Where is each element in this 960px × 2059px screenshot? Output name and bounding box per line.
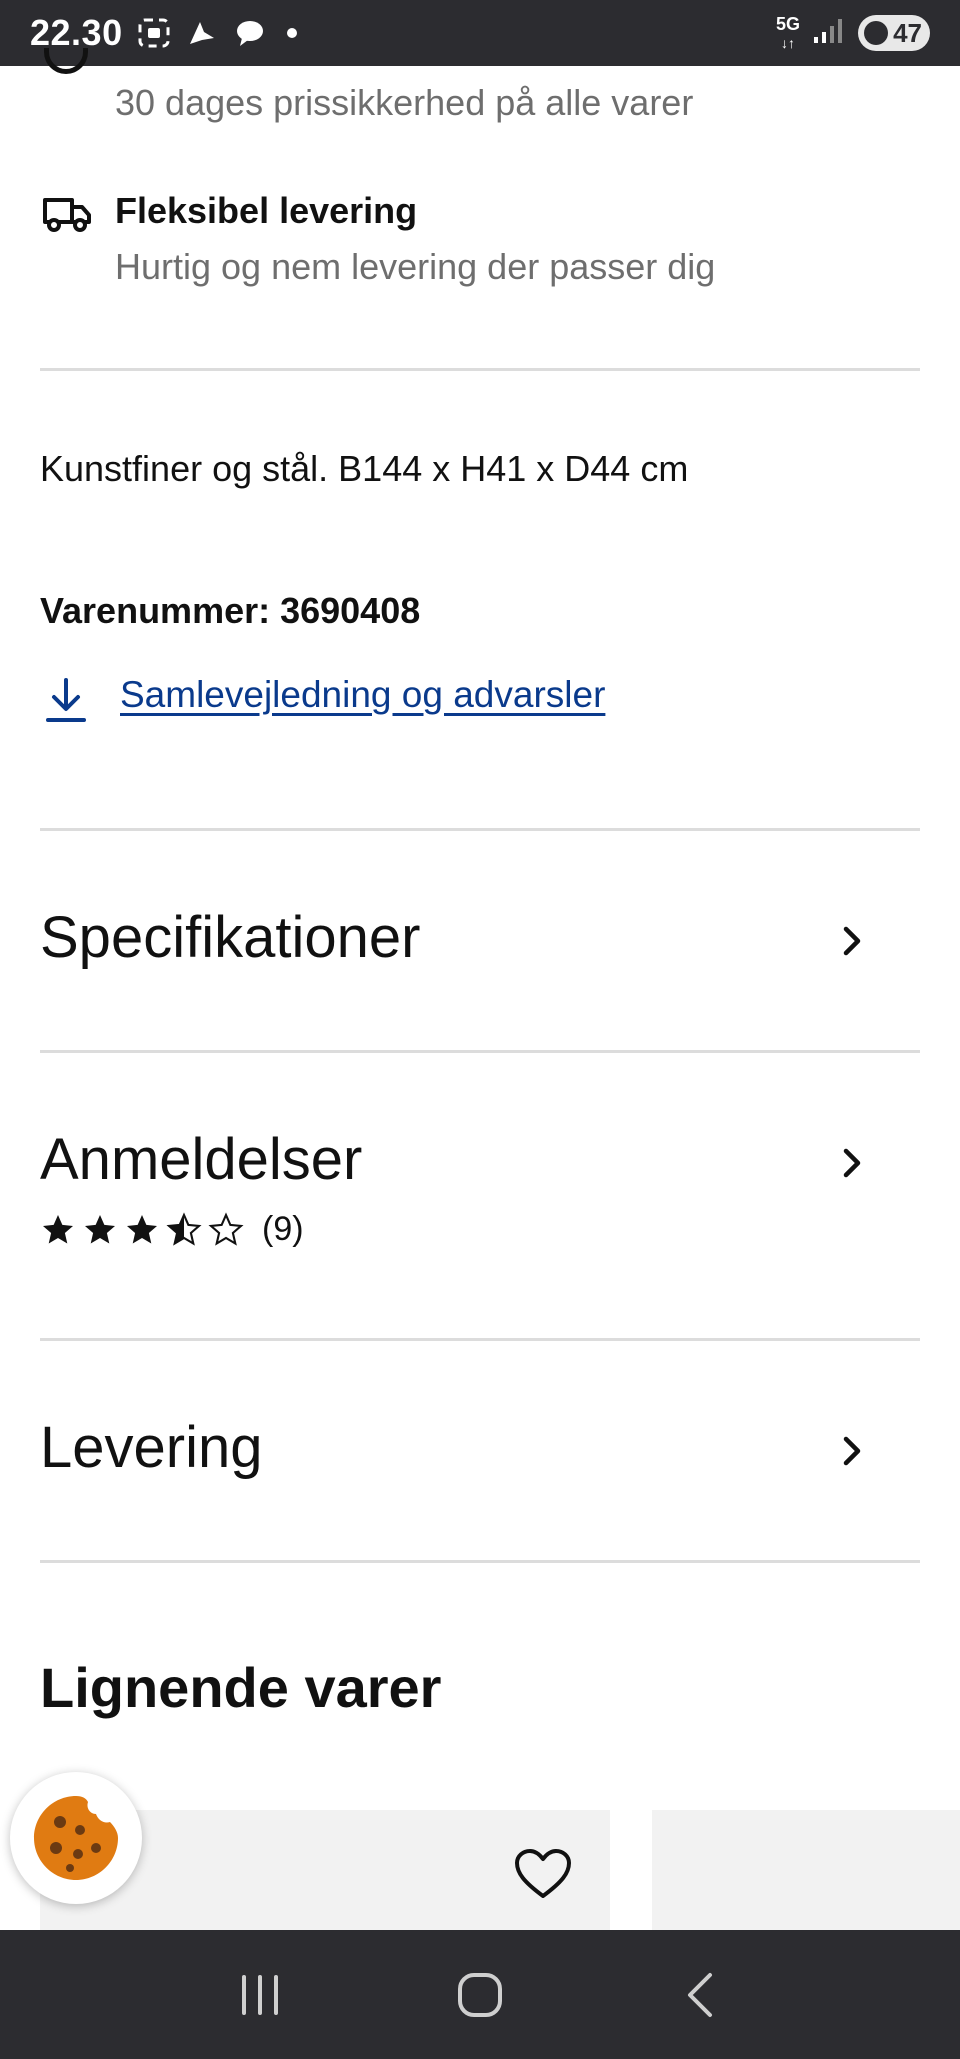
chevron-right-icon[interactable] <box>836 921 866 961</box>
download-icon[interactable] <box>44 676 88 724</box>
product-card[interactable] <box>652 1810 960 1930</box>
battery-saver-icon <box>864 21 888 45</box>
battery-indicator: 47 <box>858 15 930 51</box>
signal-icon <box>812 17 846 50</box>
star-full-icon <box>127 1214 157 1243</box>
star-half-icon <box>166 1211 202 1246</box>
chevron-right-icon[interactable] <box>836 1143 866 1183</box>
recent-apps-button[interactable] <box>230 1965 290 2025</box>
benefit-title: Fleksibel levering <box>115 190 418 231</box>
divider <box>40 1338 920 1341</box>
cookie-settings-button[interactable] <box>10 1772 142 1904</box>
product-page: 22.30 5G ↓↑ 47 30 dages prissikkerhed på… <box>0 0 960 2059</box>
truck-icon <box>43 198 91 232</box>
benefit-subtitle: Hurtig og nem levering der passer dig <box>115 246 716 287</box>
home-icon <box>458 1972 502 2017</box>
back-icon <box>688 1972 712 2017</box>
assembly-instructions-link[interactable]: Samlevejledning og advarsler <box>120 674 605 716</box>
recent-apps-icon <box>242 1974 278 2015</box>
article-number: Varenummer: 3690408 <box>40 590 421 631</box>
network-label: 5G <box>775 13 800 34</box>
benefit-subtitle: 30 dages prissikkerhed på alle varer <box>115 82 694 123</box>
price-tag-icon <box>44 48 88 74</box>
rating-stars: (9) <box>40 1210 304 1249</box>
divider <box>40 1050 920 1053</box>
divider <box>40 1560 920 1563</box>
star-full-icon <box>85 1214 115 1243</box>
cookie-icon <box>34 1796 118 1880</box>
reviews-row[interactable]: Anmeldelser <box>40 1126 362 1193</box>
system-navigation-bar <box>0 1930 960 2059</box>
specifications-row[interactable]: Specifikationer <box>40 904 420 971</box>
status-right: 5G ↓↑ 47 <box>776 15 930 52</box>
more-notifications-dot <box>286 28 297 38</box>
divider <box>40 828 920 831</box>
heart-icon[interactable] <box>514 1848 572 1900</box>
review-count: (9) <box>262 1210 304 1248</box>
home-button[interactable] <box>450 1965 510 2025</box>
back-button[interactable] <box>670 1965 730 2025</box>
chat-icon <box>233 16 267 50</box>
network-type: 5G ↓↑ <box>775 13 800 51</box>
star-empty-icon <box>208 1211 244 1246</box>
status-bar: 22.30 5G ↓↑ 47 <box>0 0 960 66</box>
similar-products-heading: Lignende varer <box>40 1656 442 1719</box>
app-notification-icon <box>185 16 219 50</box>
battery-level: 47 <box>893 17 922 48</box>
divider <box>40 368 920 371</box>
product-description: Kunstfiner og stål. B144 x H41 x D44 cm <box>40 448 689 489</box>
screenshot-icon <box>137 16 171 50</box>
chevron-right-icon[interactable] <box>836 1431 866 1471</box>
star-full-icon <box>43 1214 73 1243</box>
delivery-row[interactable]: Levering <box>40 1414 262 1481</box>
